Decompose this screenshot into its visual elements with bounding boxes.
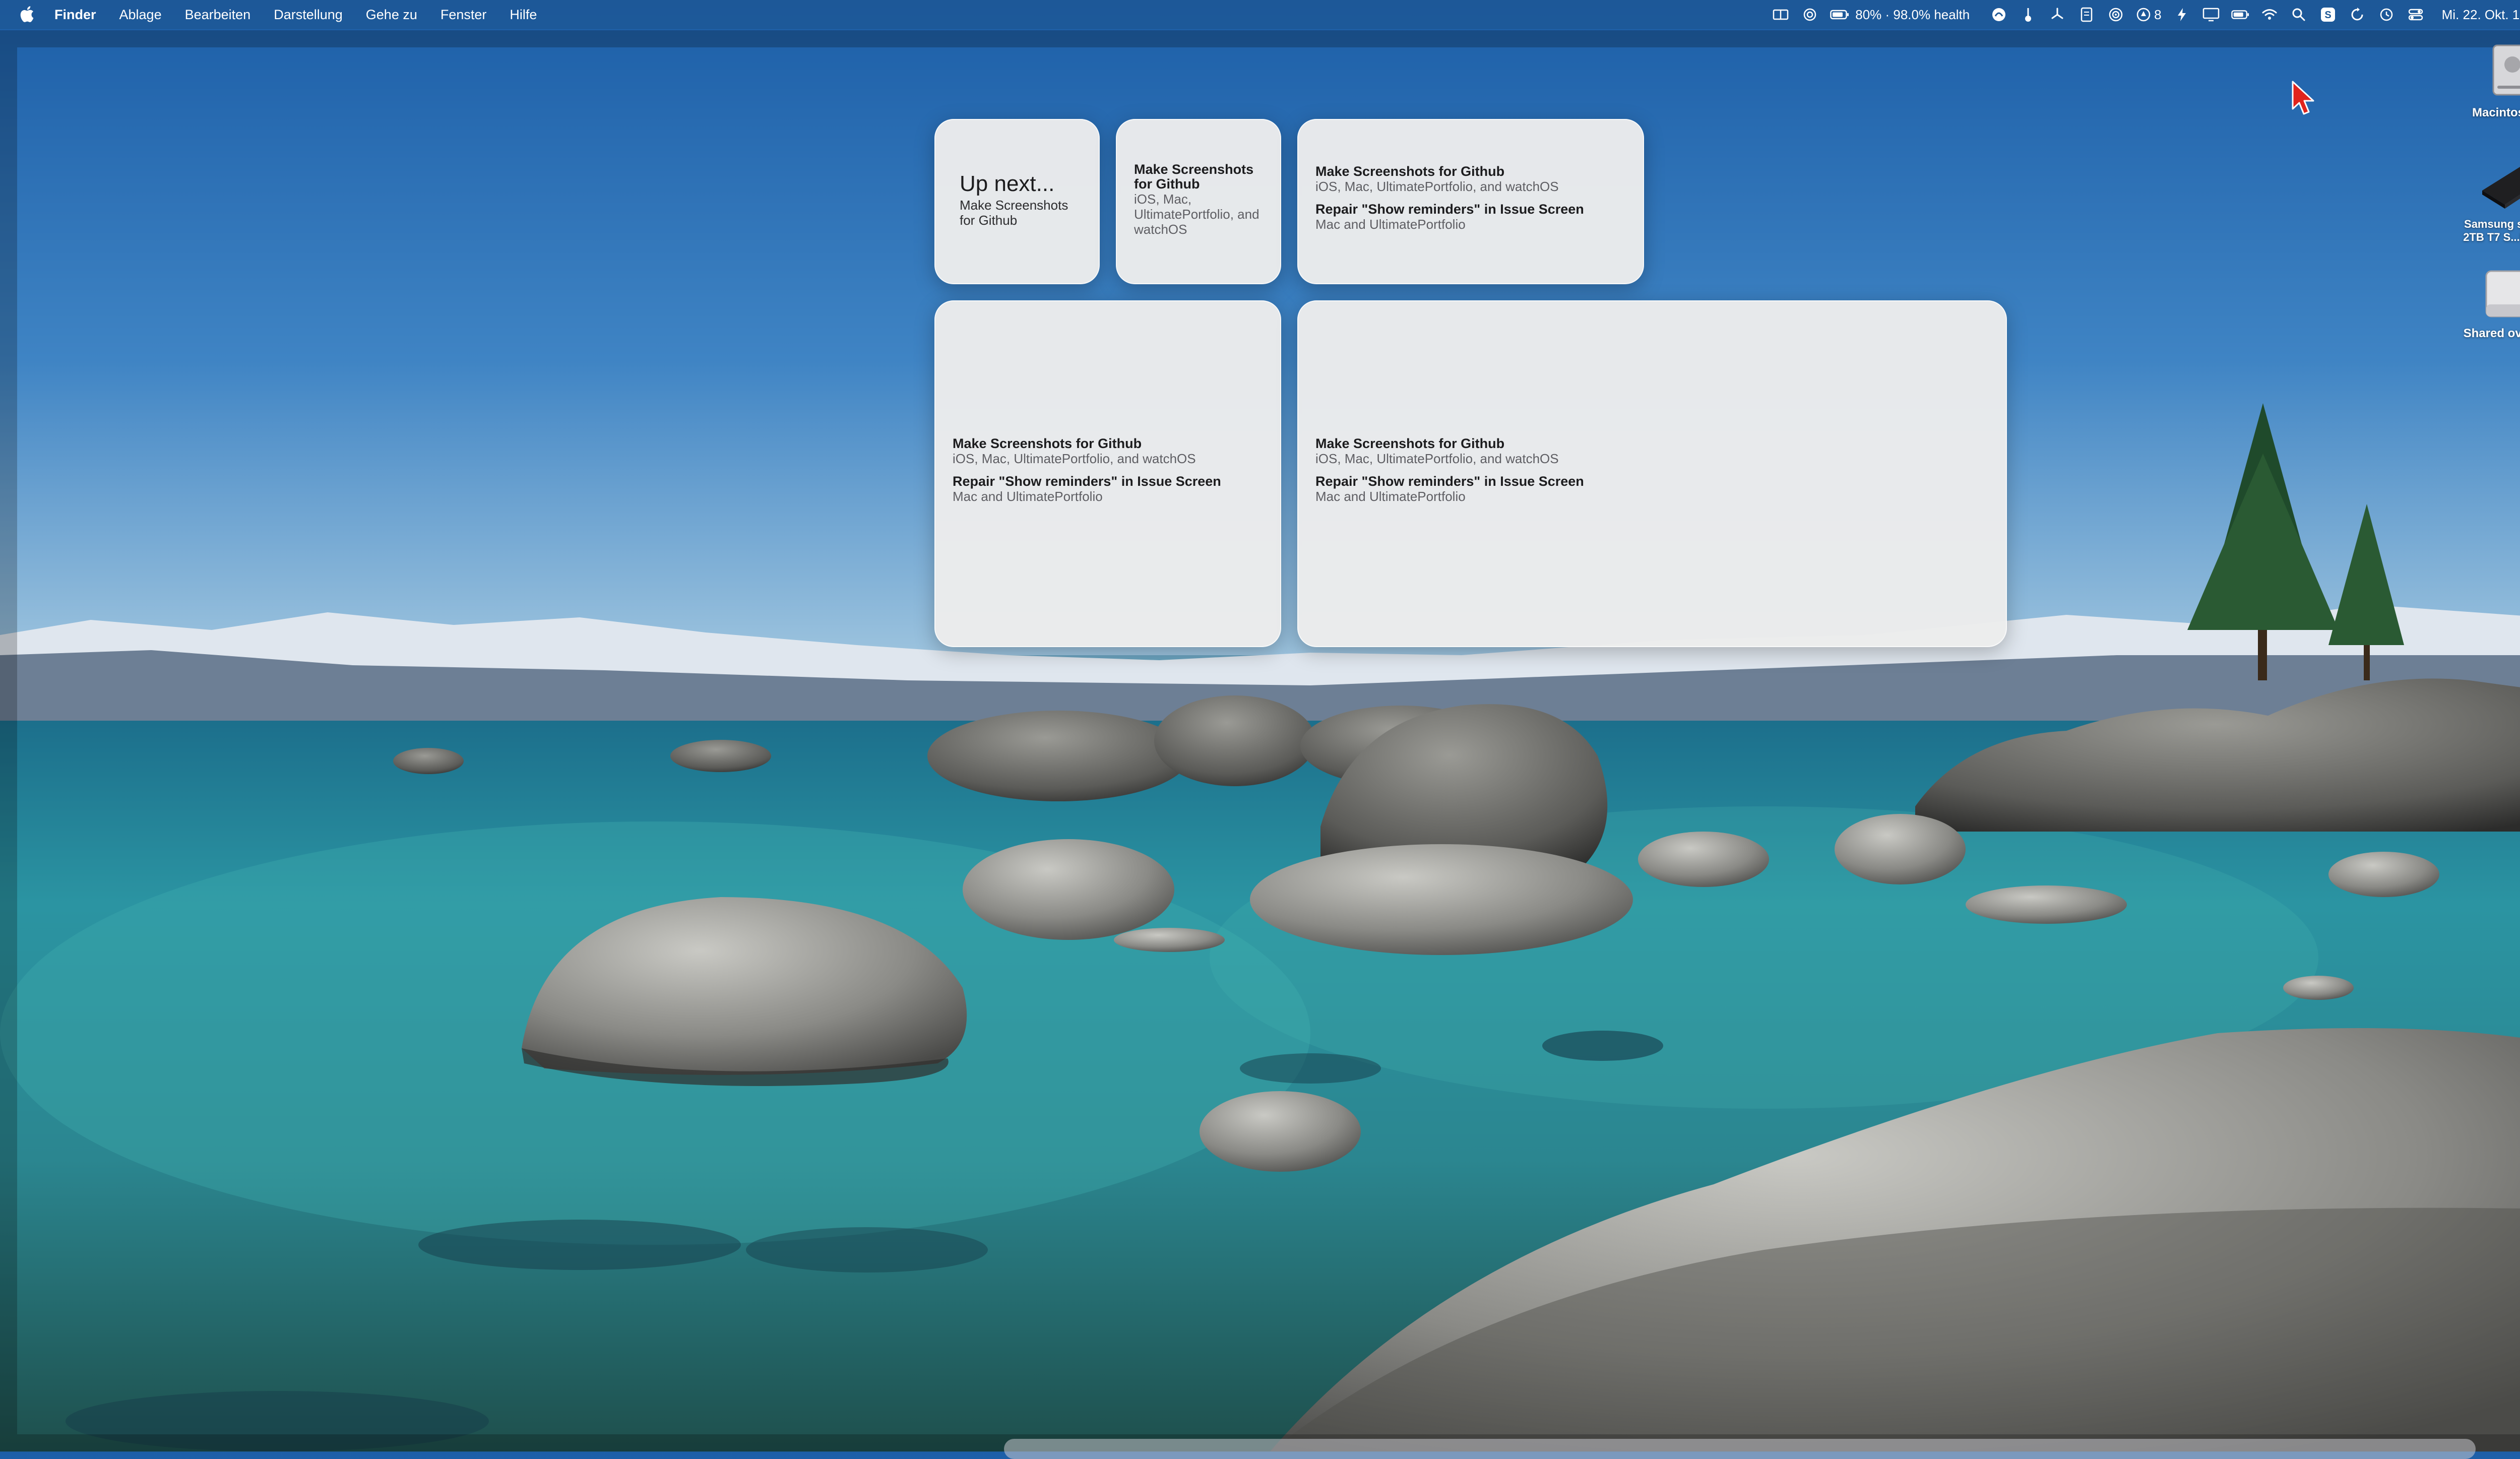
control-center-icon[interactable] xyxy=(2407,6,2425,24)
external-ssd-icon xyxy=(2477,160,2520,211)
task-subtitle: iOS, Mac, UltimatePortfolio, and watchOS xyxy=(1315,451,1559,466)
time-machine-icon[interactable] xyxy=(2377,6,2396,24)
menu-bearbeiten[interactable]: Bearbeiten xyxy=(185,0,251,29)
desktop-icon-label: Samsung schwarz 2TB T7 S...USB 3.2 xyxy=(2463,218,2520,243)
battery-status-icon[interactable]: 80% · 98.0% health xyxy=(1830,6,1970,24)
chip-icon[interactable] xyxy=(1801,6,1819,24)
list-item[interactable]: Repair "Show reminders" in Issue Screen … xyxy=(953,474,1265,504)
task-subtitle: Mac and UltimatePortfolio xyxy=(1315,217,1466,232)
sync-icon[interactable] xyxy=(2348,6,2366,24)
task-title: Repair "Show reminders" in Issue Screen xyxy=(1315,474,1584,489)
svg-text:S: S xyxy=(2324,10,2331,21)
desktop-icon-samsung-ssd[interactable]: Samsung schwarz 2TB T7 S...USB 3.2 xyxy=(2454,160,2520,244)
widget-tasks-extra-large[interactable]: Make Screenshots for Github iOS, Mac, Ul… xyxy=(1297,300,2007,647)
airdrop-icon[interactable] xyxy=(2107,6,2125,24)
desktop-icon-shared-over-lan[interactable]: Shared over LAN xyxy=(2454,269,2520,341)
desktop-icon-macintosh-hd[interactable]: Macintosh HD xyxy=(2454,43,2520,120)
s-app-icon[interactable]: S xyxy=(2319,6,2337,24)
reader-icon[interactable] xyxy=(1772,6,1790,24)
apple-logo-icon[interactable] xyxy=(19,5,36,25)
dock[interactable] xyxy=(1004,1439,2476,1459)
internal-drive-icon xyxy=(2487,43,2520,99)
widget-task-small[interactable]: Make Screenshots for Github iOS, Mac, Ul… xyxy=(1116,119,1281,284)
fan-icon[interactable] xyxy=(2048,6,2066,24)
mouse-cursor-icon xyxy=(2291,81,2316,118)
widget-task-subtitle: iOS, Mac, UltimatePortfolio, and watchOS xyxy=(1134,192,1259,237)
speedometer-icon[interactable] xyxy=(1990,6,2008,24)
task-subtitle: Mac and UltimatePortfolio xyxy=(1315,489,1466,504)
display-icon[interactable] xyxy=(2202,6,2220,24)
menu-bar: Finder Ablage Bearbeiten Darstellung Geh… xyxy=(0,0,2520,29)
widget-up-next-small[interactable]: Up next... Make Screenshots for Github xyxy=(934,119,1100,284)
menubar-clock[interactable]: Mi. 22. Okt. 12:26:13 xyxy=(2442,7,2520,23)
task-title: Repair "Show reminders" in Issue Screen xyxy=(953,474,1221,489)
widget-up-next-task: Make Screenshots for Github xyxy=(960,198,1068,228)
menu-hilfe[interactable]: Hilfe xyxy=(510,0,537,29)
notification-counter-icon[interactable]: 8 xyxy=(2136,6,2162,24)
task-subtitle: iOS, Mac, UltimatePortfolio, and watchOS xyxy=(1315,179,1559,194)
list-item[interactable]: Repair "Show reminders" in Issue Screen … xyxy=(1315,202,1628,232)
task-subtitle: Mac and UltimatePortfolio xyxy=(953,489,1103,504)
task-title: Repair "Show reminders" in Issue Screen xyxy=(1315,202,1584,217)
list-item[interactable]: Make Screenshots for Github iOS, Mac, Ul… xyxy=(1315,436,1971,467)
thermometer-icon[interactable] xyxy=(2019,6,2037,24)
desktop-icon-label: Shared over LAN xyxy=(2463,327,2520,340)
list-item[interactable]: Make Screenshots for Github iOS, Mac, Ul… xyxy=(953,436,1265,467)
list-item[interactable]: Make Screenshots for Github iOS, Mac, Ul… xyxy=(1315,164,1628,195)
battery-icon[interactable] xyxy=(2231,6,2249,24)
network-drive-icon xyxy=(2482,269,2520,320)
spotlight-search-icon[interactable] xyxy=(2290,6,2308,24)
menu-darstellung[interactable]: Darstellung xyxy=(274,0,343,29)
battery-health-text: 80% · 98.0% health xyxy=(1855,7,1970,22)
list-item[interactable]: Repair "Show reminders" in Issue Screen … xyxy=(1315,474,1971,504)
menu-ablage[interactable]: Ablage xyxy=(119,0,162,29)
desktop-icon-label: Macintosh HD xyxy=(2472,106,2520,119)
menu-gehe-zu[interactable]: Gehe zu xyxy=(366,0,417,29)
widget-task-title: Make Screenshots for Github xyxy=(1134,162,1254,192)
widget-tasks-medium[interactable]: Make Screenshots for Github iOS, Mac, Ul… xyxy=(1297,119,1644,284)
widget-tasks-large[interactable]: Make Screenshots for Github iOS, Mac, Ul… xyxy=(934,300,1281,647)
bolt-icon[interactable] xyxy=(2173,6,2191,24)
task-title: Make Screenshots for Github xyxy=(1315,164,1505,179)
wifi-icon[interactable] xyxy=(2260,6,2279,24)
widget-up-next-title: Up next... xyxy=(960,171,1055,196)
notification-count: 8 xyxy=(2154,7,2162,22)
menu-app-finder[interactable]: Finder xyxy=(54,0,96,29)
document-icon[interactable] xyxy=(2077,6,2096,24)
menu-fenster[interactable]: Fenster xyxy=(440,0,487,29)
task-title: Make Screenshots for Github xyxy=(953,436,1142,451)
task-title: Make Screenshots for Github xyxy=(1315,436,1505,451)
task-subtitle: iOS, Mac, UltimatePortfolio, and watchOS xyxy=(953,451,1196,466)
